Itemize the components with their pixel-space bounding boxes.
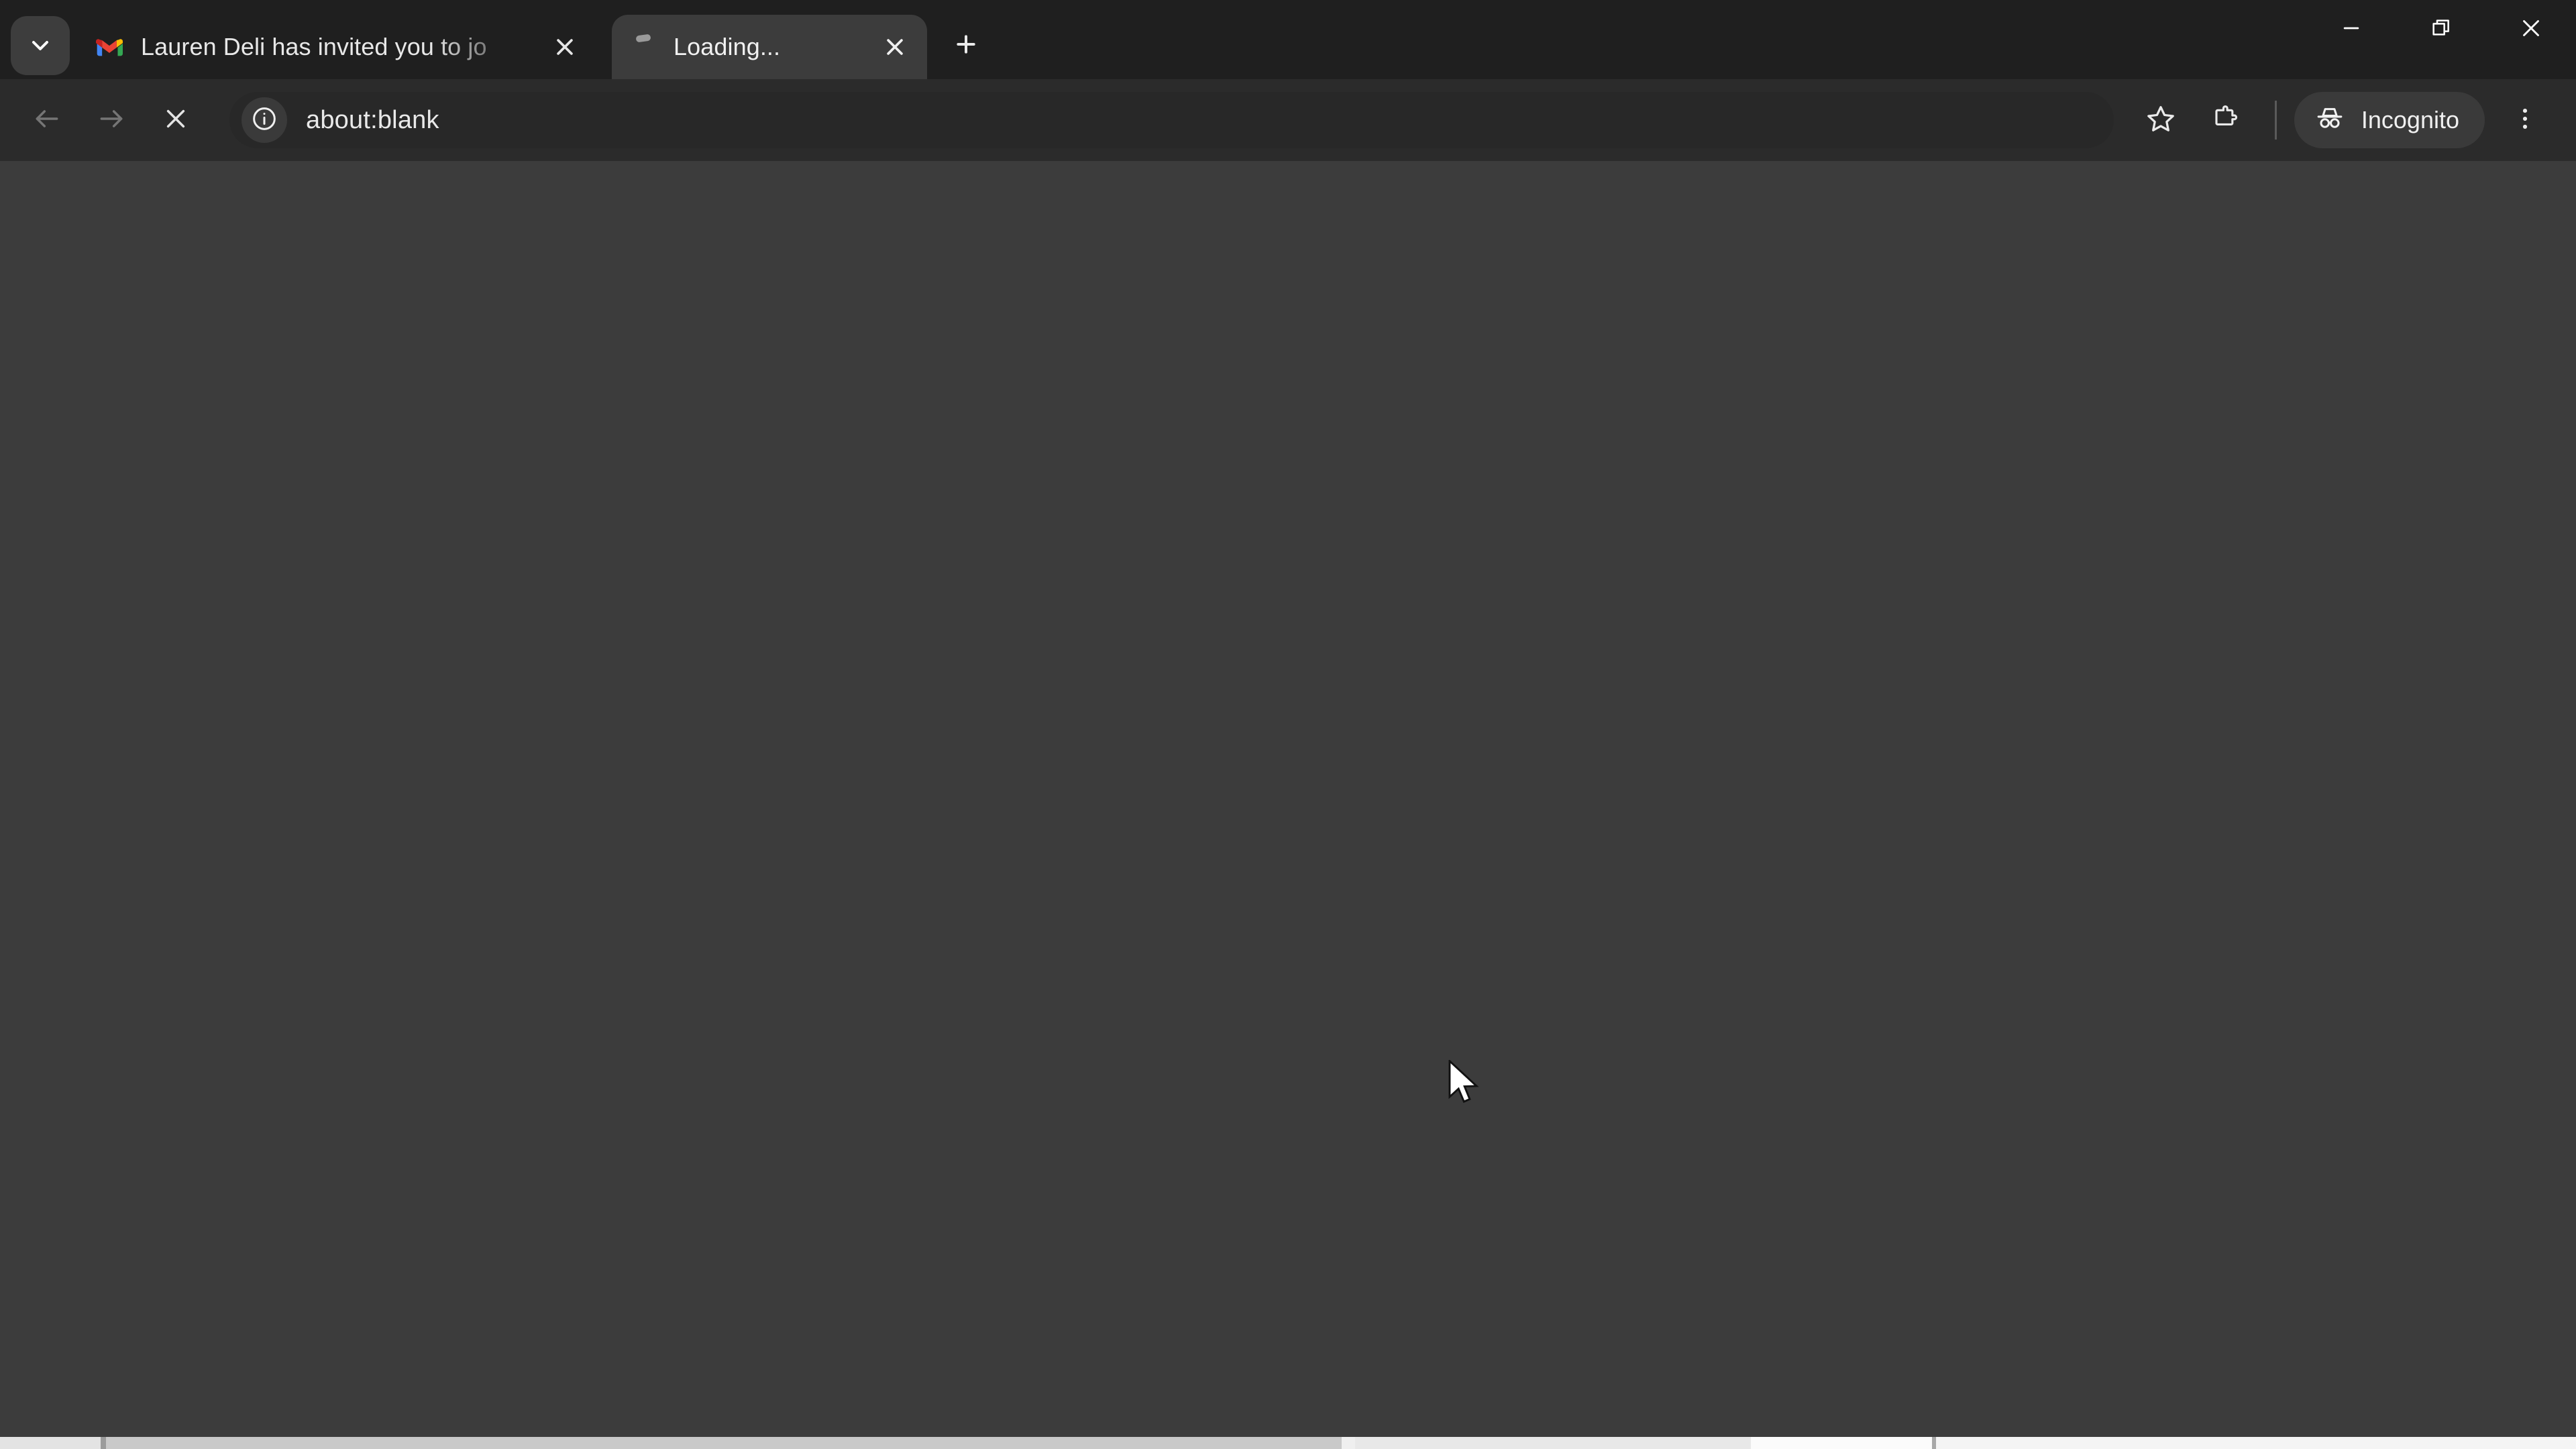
taskbar-segment (1751, 1437, 1932, 1449)
tab-loading[interactable]: Loading... (612, 15, 927, 79)
chevron-down-icon (27, 32, 54, 59)
bookmark-button[interactable] (2129, 88, 2193, 152)
tabstrip-drag-region (993, 78, 2306, 79)
page-viewport[interactable] (0, 161, 2576, 1449)
info-circle-icon (251, 105, 278, 136)
arrow-left-icon (32, 104, 62, 137)
tab-gmail[interactable]: Lauren Deli has invited you to jo (75, 15, 612, 79)
browser-window: Lauren Deli has invited you to jo Loadin… (0, 0, 2576, 1449)
minimize-icon (2340, 17, 2363, 43)
forward-button[interactable] (79, 88, 144, 152)
tab-search-button[interactable] (11, 16, 70, 75)
taskbar-segment (1355, 1437, 1751, 1449)
mouse-pointer-icon (1448, 1059, 1483, 1108)
new-tab-button[interactable] (939, 19, 993, 72)
taskbar-segment (106, 1437, 1342, 1449)
tab-strip: Lauren Deli has invited you to jo Loadin… (0, 0, 2576, 79)
close-icon[interactable] (543, 25, 586, 68)
taskbar-segment (1936, 1437, 2576, 1449)
restore-icon (2430, 17, 2452, 42)
close-icon[interactable] (873, 25, 916, 68)
toolbar-divider (2274, 101, 2277, 140)
tab-title: Lauren Deli has invited you to jo (141, 33, 487, 60)
incognito-label: Incognito (2361, 106, 2459, 133)
maximize-button[interactable] (2396, 0, 2486, 59)
window-controls (2306, 0, 2576, 79)
omnibox[interactable]: about:blank (229, 92, 2114, 148)
taskbar-sliver[interactable] (0, 1437, 2576, 1449)
incognito-spy-icon (2314, 103, 2345, 138)
puzzle-piece-icon (2210, 104, 2240, 137)
minimize-button[interactable] (2306, 0, 2396, 59)
plus-icon (953, 31, 979, 61)
tabs-area: Lauren Deli has invited you to jo Loadin… (75, 0, 993, 79)
taskbar-segment (101, 1437, 106, 1449)
loading-spinner-icon (632, 34, 659, 60)
close-icon (2519, 16, 2543, 44)
extensions-button[interactable] (2193, 88, 2257, 152)
taskbar-segment (0, 1437, 101, 1449)
back-button[interactable] (15, 88, 79, 152)
taskbar-segment (1342, 1437, 1355, 1449)
browser-toolbar: about:blank Incognito (0, 79, 2576, 161)
stop-loading-button[interactable] (144, 88, 208, 152)
three-dot-menu-icon (2511, 105, 2539, 136)
close-window-button[interactable] (2486, 0, 2576, 59)
tab-title: Loading... (674, 33, 781, 60)
url-text[interactable]: about:blank (306, 106, 439, 135)
arrow-right-icon (97, 104, 126, 137)
gmail-icon (95, 33, 123, 61)
site-info-button[interactable] (241, 97, 287, 143)
star-icon (2145, 103, 2176, 138)
stop-loading-icon (162, 105, 190, 136)
incognito-indicator[interactable]: Incognito (2294, 92, 2485, 148)
chrome-menu-button[interactable] (2493, 88, 2557, 152)
